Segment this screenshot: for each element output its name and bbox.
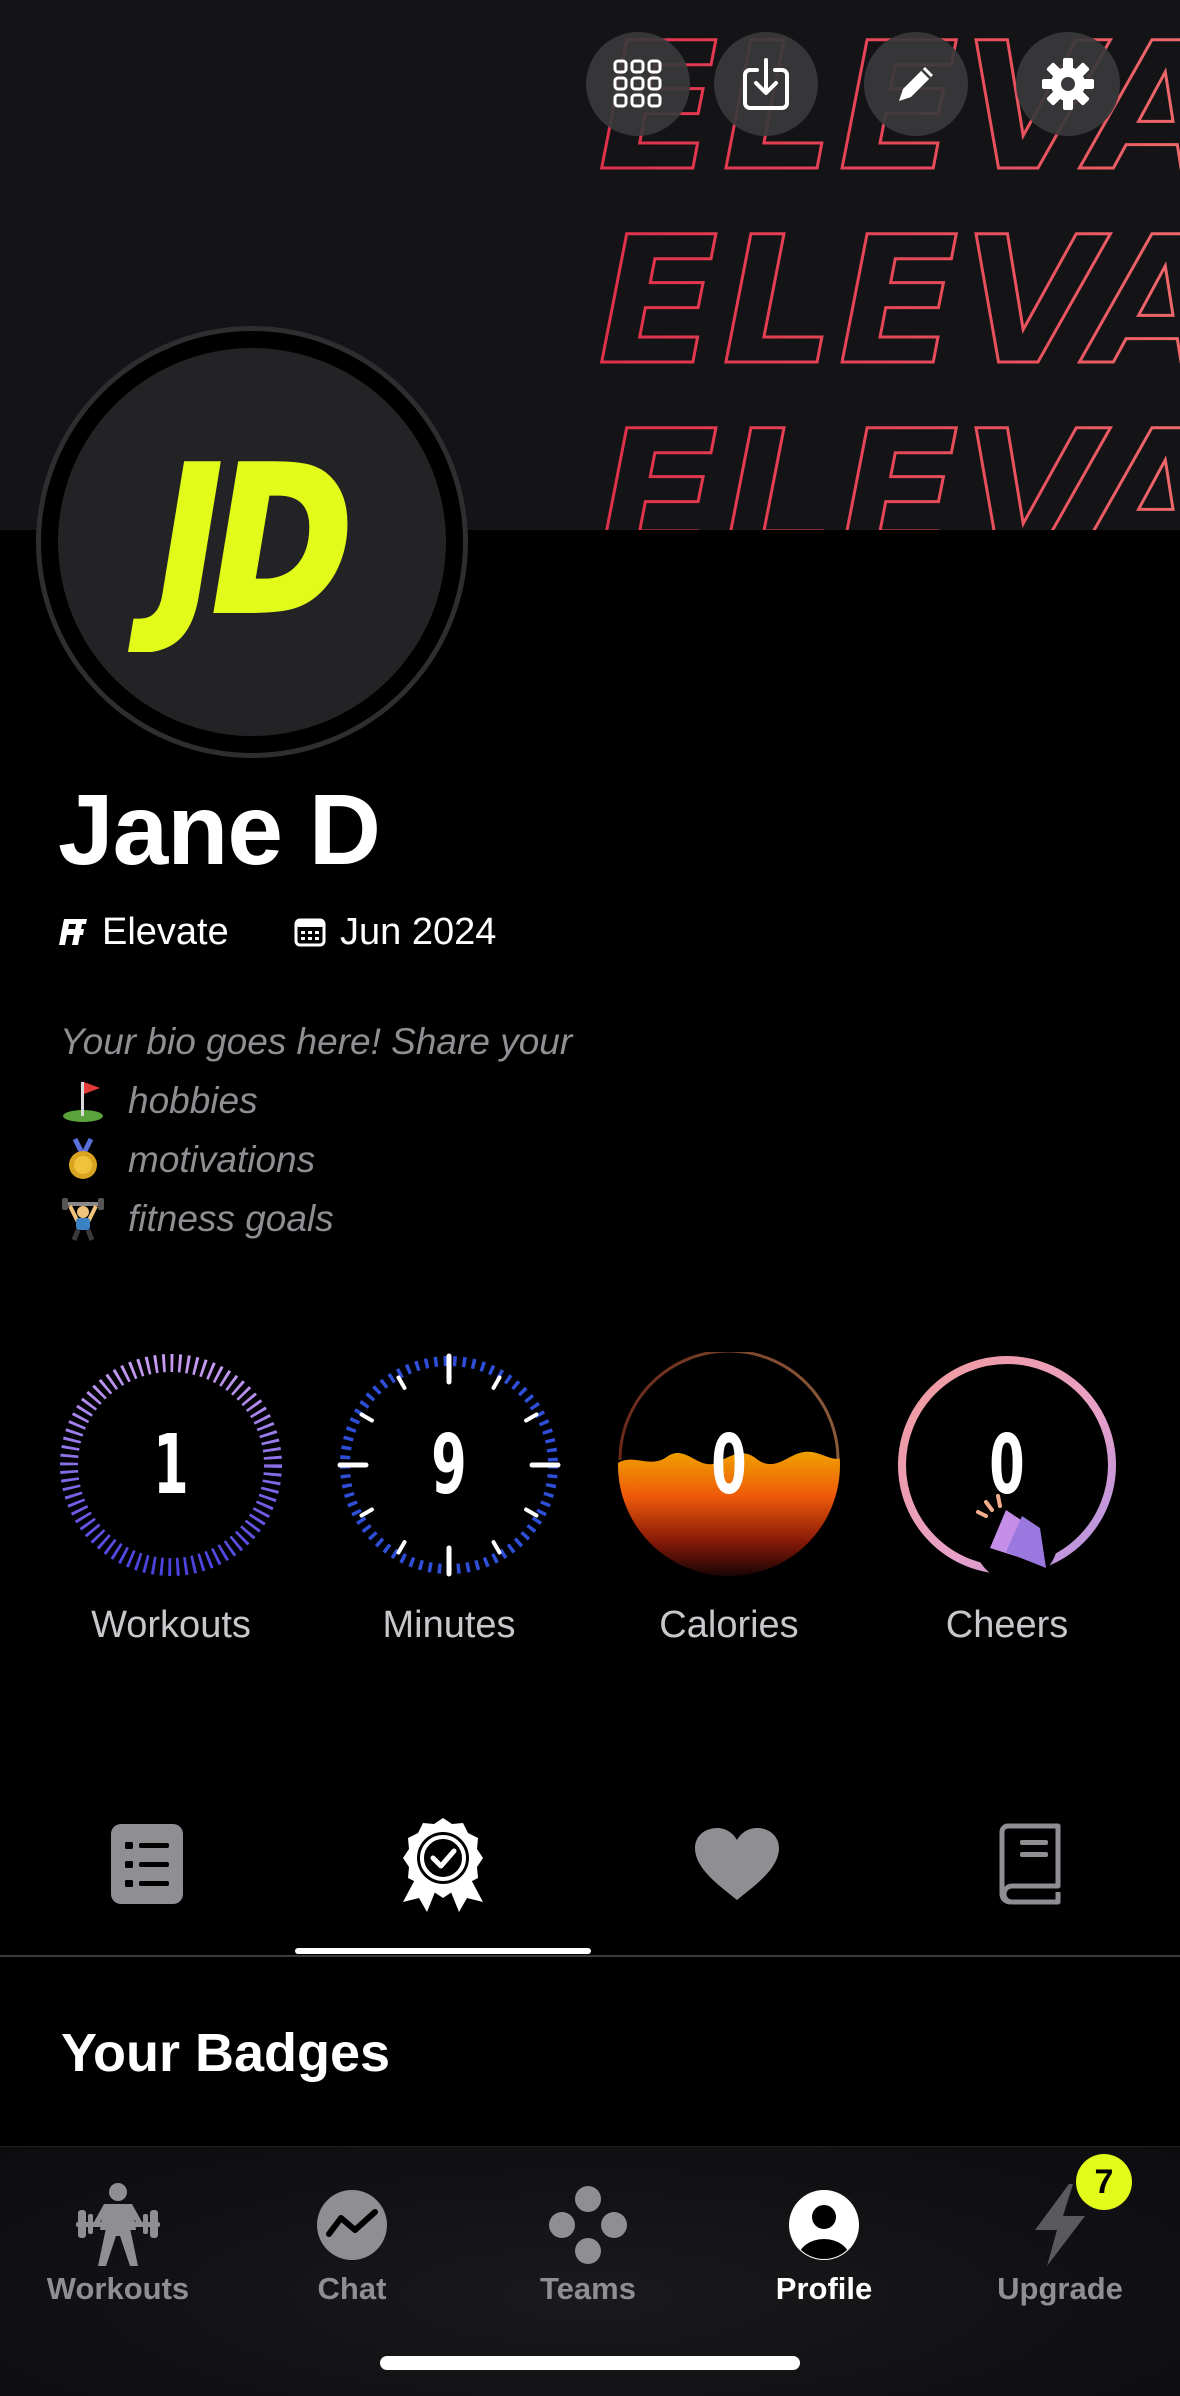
tab-favorites[interactable] bbox=[685, 1816, 789, 1912]
stat-label: Minutes bbox=[382, 1604, 516, 1646]
tab-active-indicator bbox=[295, 1948, 591, 1954]
calendar-icon bbox=[294, 918, 326, 947]
team-logo-icon bbox=[59, 919, 87, 945]
list-icon bbox=[111, 1824, 183, 1904]
gear-icon bbox=[1042, 58, 1094, 110]
nav-label: Teams bbox=[540, 2271, 636, 2306]
stat-minutes[interactable]: 9 Minutes bbox=[336, 1352, 576, 1646]
grid-icon bbox=[613, 59, 662, 108]
nav-teams[interactable]: Teams bbox=[488, 2163, 688, 2323]
bio-item-text: hobbies bbox=[128, 1080, 258, 1121]
avatar[interactable]: JD bbox=[58, 348, 446, 736]
heart-icon bbox=[695, 1828, 779, 1900]
join-date-text: Jun 2024 bbox=[340, 910, 497, 953]
upgrade-notification-badge: 7 bbox=[1076, 2154, 1132, 2210]
stat-value: 0 bbox=[989, 1417, 1025, 1513]
bio-item-hobbies: hobbies bbox=[60, 1071, 572, 1130]
home-indicator[interactable] bbox=[380, 2356, 800, 2370]
nav-workouts[interactable]: Workouts bbox=[18, 2163, 218, 2323]
profile-bio: Your bio goes here! Share your hobbies m… bbox=[60, 1012, 572, 1248]
weightlifter-icon bbox=[76, 2183, 160, 2266]
stat-label: Workouts bbox=[91, 1604, 251, 1646]
nav-profile[interactable]: Profile bbox=[724, 2163, 924, 2323]
stat-label: Calories bbox=[659, 1604, 799, 1646]
nav-label: Chat bbox=[317, 2271, 387, 2306]
avatar-initials-text: JD bbox=[131, 432, 346, 652]
banner-word-row-3: ELEVATE bbox=[598, 393, 1180, 530]
profile-icon bbox=[789, 2190, 859, 2260]
medal-icon bbox=[69, 1137, 97, 1179]
bio-intro: Your bio goes here! Share your bbox=[60, 1021, 573, 1062]
nav-label: Upgrade bbox=[997, 2271, 1123, 2306]
stat-label: Cheers bbox=[945, 1604, 1069, 1646]
edit-icon bbox=[899, 67, 933, 101]
bio-item-text: fitness goals bbox=[128, 1198, 334, 1239]
profile-name: Jane D bbox=[58, 774, 381, 886]
download-icon bbox=[743, 58, 789, 110]
settings-button[interactable] bbox=[1016, 32, 1120, 136]
badge-award-icon bbox=[403, 1818, 483, 1912]
tab-activity-list[interactable] bbox=[95, 1816, 199, 1912]
download-button[interactable] bbox=[714, 32, 818, 136]
stat-value: 1 bbox=[153, 1417, 189, 1513]
section-title: Your Badges bbox=[61, 2023, 391, 2083]
bio-item-motivations: motivations bbox=[60, 1130, 572, 1189]
edit-button[interactable] bbox=[864, 32, 968, 136]
grid-button[interactable] bbox=[586, 32, 690, 136]
stat-workouts[interactable]: 1 Workouts bbox=[58, 1352, 298, 1646]
join-date: Jun 2024 bbox=[294, 908, 496, 956]
nav-label: Workouts bbox=[46, 2271, 190, 2306]
stat-calories[interactable]: 0 Calories bbox=[616, 1352, 856, 1646]
avatar-initials: JD bbox=[128, 432, 357, 652]
weightlifter-emoji-icon bbox=[62, 1197, 104, 1241]
stat-value: 0 bbox=[711, 1417, 747, 1513]
stat-cheers[interactable]: 0 Cheers bbox=[894, 1352, 1134, 1646]
tab-divider bbox=[0, 1955, 1180, 1957]
nav-chat[interactable]: Chat bbox=[252, 2163, 452, 2323]
book-icon bbox=[999, 1823, 1061, 1905]
bio-item-text: motivations bbox=[128, 1139, 316, 1180]
tab-badges[interactable] bbox=[391, 1816, 495, 1912]
banner-word-row-2: ELEVATE bbox=[598, 199, 1180, 404]
teams-icon bbox=[549, 2186, 627, 2264]
chat-icon bbox=[317, 2190, 387, 2260]
team-name: Elevate bbox=[102, 910, 229, 953]
tab-journal[interactable] bbox=[980, 1816, 1084, 1912]
nav-label: Profile bbox=[775, 2271, 873, 2306]
bio-item-fitness-goals: fitness goals bbox=[60, 1189, 572, 1248]
team-info[interactable]: Elevate bbox=[58, 908, 229, 956]
golf-flag-icon bbox=[63, 1081, 103, 1122]
stat-value: 9 bbox=[431, 1417, 467, 1513]
